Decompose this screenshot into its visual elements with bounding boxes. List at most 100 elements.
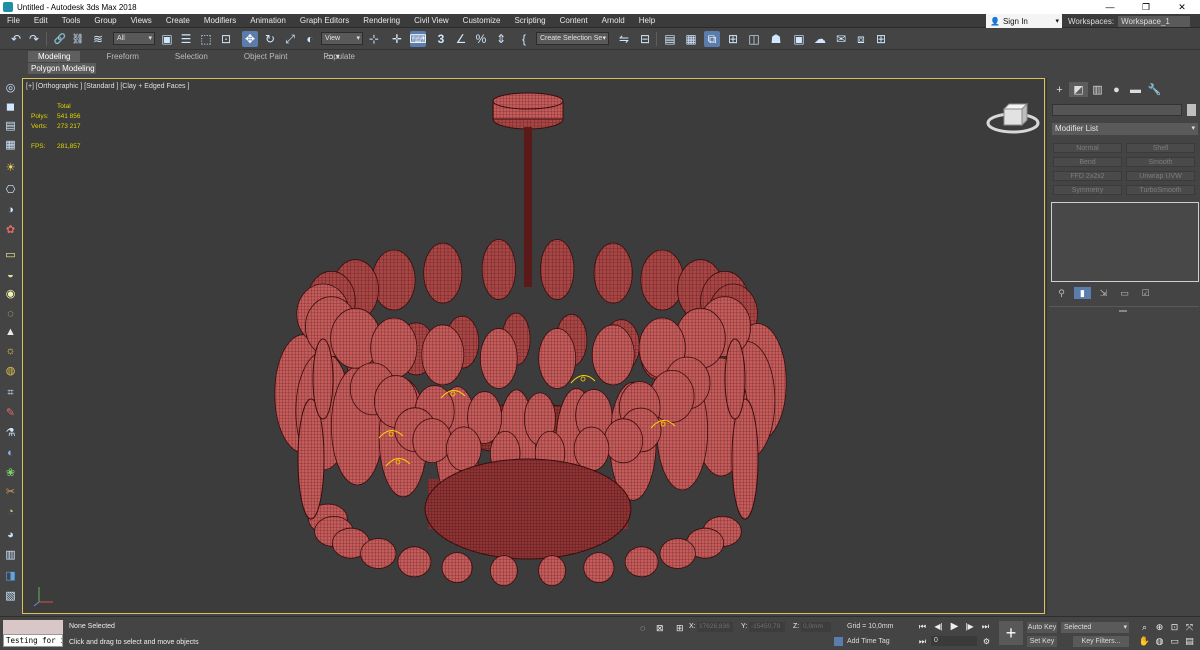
percent-snap-icon[interactable]: % (473, 31, 489, 47)
particle-icon[interactable]: ✿ (3, 224, 18, 237)
render-production-icon[interactable]: ☁ (812, 31, 828, 47)
panel-resize-grip[interactable] (1119, 310, 1127, 312)
key-filters-button[interactable]: Key Filters... (1073, 636, 1129, 647)
maxscript-mini-listener-input[interactable] (3, 634, 63, 647)
current-frame-field[interactable]: 0 (931, 636, 977, 646)
bind-space-warp-icon[interactable]: ≋ (90, 31, 106, 47)
select-and-place-icon[interactable]: ◐ (302, 31, 318, 47)
go-to-end-icon[interactable]: ⏭ (979, 621, 992, 632)
layer-icon[interactable]: ◼ (3, 101, 18, 114)
window-crossing-icon[interactable]: ⊡ (218, 31, 234, 47)
column-icon[interactable]: ▥ (3, 549, 18, 562)
flask-icon[interactable]: ⚗ (3, 427, 18, 440)
selection-filter-dropdown[interactable]: All (113, 32, 155, 45)
render-in-cloud-icon[interactable]: ✉ (833, 31, 849, 47)
select-and-scale-icon[interactable]: ⤢ (282, 31, 298, 47)
field-of-view-icon[interactable]: ✋ (1138, 635, 1151, 647)
layer-explorer-icon[interactable]: ▤ (662, 31, 678, 47)
workspace-dropdown[interactable]: Workspace_1 (1118, 15, 1191, 27)
chandelier-mesh[interactable] (23, 79, 1045, 614)
menu-group[interactable]: Group (87, 16, 123, 25)
absolute-mode-icon[interactable]: ⊞ (676, 623, 684, 634)
modifier-ffd-button[interactable]: FFD 2x2x2 (1053, 171, 1122, 181)
select-and-rotate-icon[interactable]: ↻ (262, 31, 278, 47)
tab-selection[interactable]: Selection (165, 51, 218, 62)
show-end-result-icon[interactable]: ▮ (1074, 287, 1091, 299)
modifier-stack[interactable] (1051, 202, 1199, 282)
perspective-viewport[interactable]: [+] [Orthographic ] [Standard ] [Clay + … (22, 78, 1045, 614)
select-and-move-icon[interactable]: ✥ (242, 31, 258, 47)
select-by-name-icon[interactable]: ☰ (178, 31, 194, 47)
modifier-unwrap-uvw-button[interactable]: Unwrap UVW (1126, 171, 1195, 181)
ball-icon[interactable]: ◕ (3, 529, 18, 542)
x-coordinate-field[interactable]: 17626,836 (697, 622, 733, 632)
rendered-frame-window-icon[interactable]: ▣ (791, 31, 807, 47)
menu-graph-editors[interactable]: Graph Editors (293, 16, 356, 25)
spinner-snap-icon[interactable]: ⇕ (493, 31, 509, 47)
link-icon[interactable]: 🔗 (52, 31, 68, 47)
maximize-viewport-icon[interactable]: ▤ (1183, 635, 1196, 647)
reference-coordinate-dropdown[interactable]: View (321, 32, 363, 45)
z-coordinate-field[interactable]: 0,0mm (801, 622, 831, 632)
named-selection-sets-dropdown[interactable]: Create Selection Se (536, 32, 609, 45)
menu-animation[interactable]: Animation (243, 16, 293, 25)
modify-tab-icon[interactable]: ◩ (1069, 82, 1088, 97)
dome-icon[interactable]: ◒ (3, 269, 18, 282)
tool-icon[interactable]: ✂ (3, 486, 18, 499)
configure-modifier-sets-icon[interactable]: ☑ (1137, 287, 1154, 299)
previous-frame-icon[interactable]: ◀| (932, 621, 945, 632)
grid-icon[interactable]: ▦ (3, 139, 18, 152)
zoom-extents-all-icon[interactable]: ⤧ (1183, 621, 1196, 633)
shading-icon[interactable]: ◑ (3, 204, 18, 217)
minimize-button[interactable]: — (1092, 0, 1128, 14)
wheel-icon[interactable]: ◔ (3, 506, 18, 519)
display-tab-icon[interactable]: ▬ (1126, 82, 1145, 97)
create-tab-icon[interactable]: + (1050, 82, 1069, 97)
zoom-extents-icon[interactable]: ⊡ (1168, 621, 1181, 633)
menu-scripting[interactable]: Scripting (507, 16, 552, 25)
key-mode-icon[interactable]: ⏭ (916, 636, 929, 647)
light-icon[interactable]: ☀ (3, 162, 18, 175)
object-color-swatch[interactable] (1187, 104, 1196, 116)
maxscript-listener-pink[interactable] (3, 620, 63, 634)
play-icon[interactable]: ▶ (948, 621, 961, 632)
menu-tools[interactable]: Tools (55, 16, 88, 25)
time-configuration-icon[interactable]: ⚙ (980, 636, 993, 647)
texture-icon[interactable]: ▧ (3, 590, 18, 603)
menu-arnold[interactable]: Arnold (595, 16, 632, 25)
unlink-icon[interactable]: ⛓ (70, 31, 86, 47)
make-unique-icon[interactable]: ⇲ (1095, 287, 1112, 299)
lock-selection-icon[interactable]: ⊠ (656, 623, 664, 634)
torus-icon[interactable]: ◌ (3, 308, 18, 321)
menu-views[interactable]: Views (124, 16, 159, 25)
select-and-manipulate-icon[interactable]: ✛ (389, 31, 405, 47)
zoom-icon[interactable]: ⌕ (1138, 621, 1151, 633)
angle-snap-icon[interactable]: ∠ (453, 31, 469, 47)
cone-icon[interactable]: ▲ (3, 326, 18, 339)
menu-rendering[interactable]: Rendering (356, 16, 407, 25)
close-button[interactable]: ✕ (1164, 0, 1200, 14)
pivot-center-icon[interactable]: ⊹ (366, 31, 382, 47)
modifier-bend-button[interactable]: Bend (1053, 157, 1122, 167)
material-editor-icon[interactable]: ◫ (746, 31, 762, 47)
menu-modifiers[interactable]: Modifiers (197, 16, 243, 25)
scene-explorer-icon[interactable]: ◎ (3, 82, 18, 95)
modifier-normal-button[interactable]: Normal (1053, 143, 1122, 153)
next-frame-icon[interactable]: |▶ (963, 621, 976, 632)
sign-in-dropdown[interactable]: 👤 Sign In ▾ (986, 14, 1062, 28)
undo-icon[interactable]: ↶ (8, 31, 24, 47)
set-keys-icon[interactable]: + (999, 621, 1023, 645)
edit-named-selection-icon[interactable]: { (516, 31, 532, 47)
orbit-icon[interactable]: ▭ (1168, 635, 1181, 647)
sphere-icon[interactable]: ◉ (3, 288, 18, 301)
tab-modeling[interactable]: Modeling (28, 51, 81, 62)
paint-icon[interactable]: ✎ (3, 407, 18, 420)
menu-civil-view[interactable]: Civil View (407, 16, 456, 25)
viewcube-icon[interactable] (985, 99, 1041, 139)
align-icon[interactable]: ⊟ (637, 31, 653, 47)
pan-icon[interactable]: ◍ (1153, 635, 1166, 647)
toggle-ribbon-icon[interactable]: ▦ (683, 31, 699, 47)
plant-icon[interactable]: ❀ (3, 467, 18, 480)
y-coordinate-field[interactable]: -15450,79 (749, 622, 785, 632)
hexagon-icon[interactable]: ⎔ (3, 184, 18, 197)
